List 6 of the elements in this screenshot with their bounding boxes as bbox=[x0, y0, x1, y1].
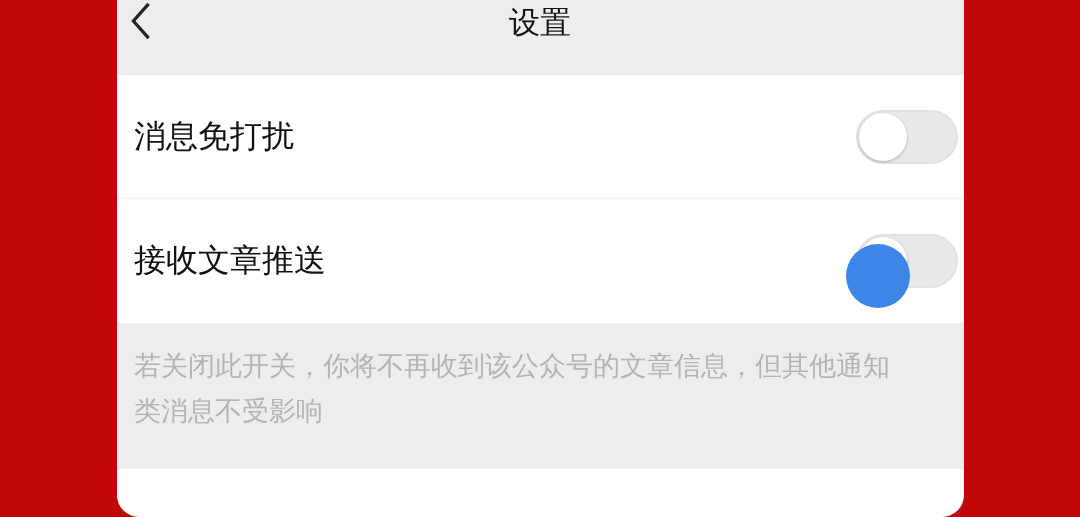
setting-label: 接收文章推送 bbox=[133, 240, 326, 281]
back-icon[interactable] bbox=[129, 2, 152, 40]
page-title: 设置 bbox=[509, 3, 571, 42]
setting-label: 消息免打扰 bbox=[133, 115, 294, 157]
toggle-switch[interactable] bbox=[855, 109, 958, 164]
note-text: 若关闭此开关，你将不再收到该公众号的文章信息，但其他通知类消息不受影响 bbox=[133, 349, 891, 428]
